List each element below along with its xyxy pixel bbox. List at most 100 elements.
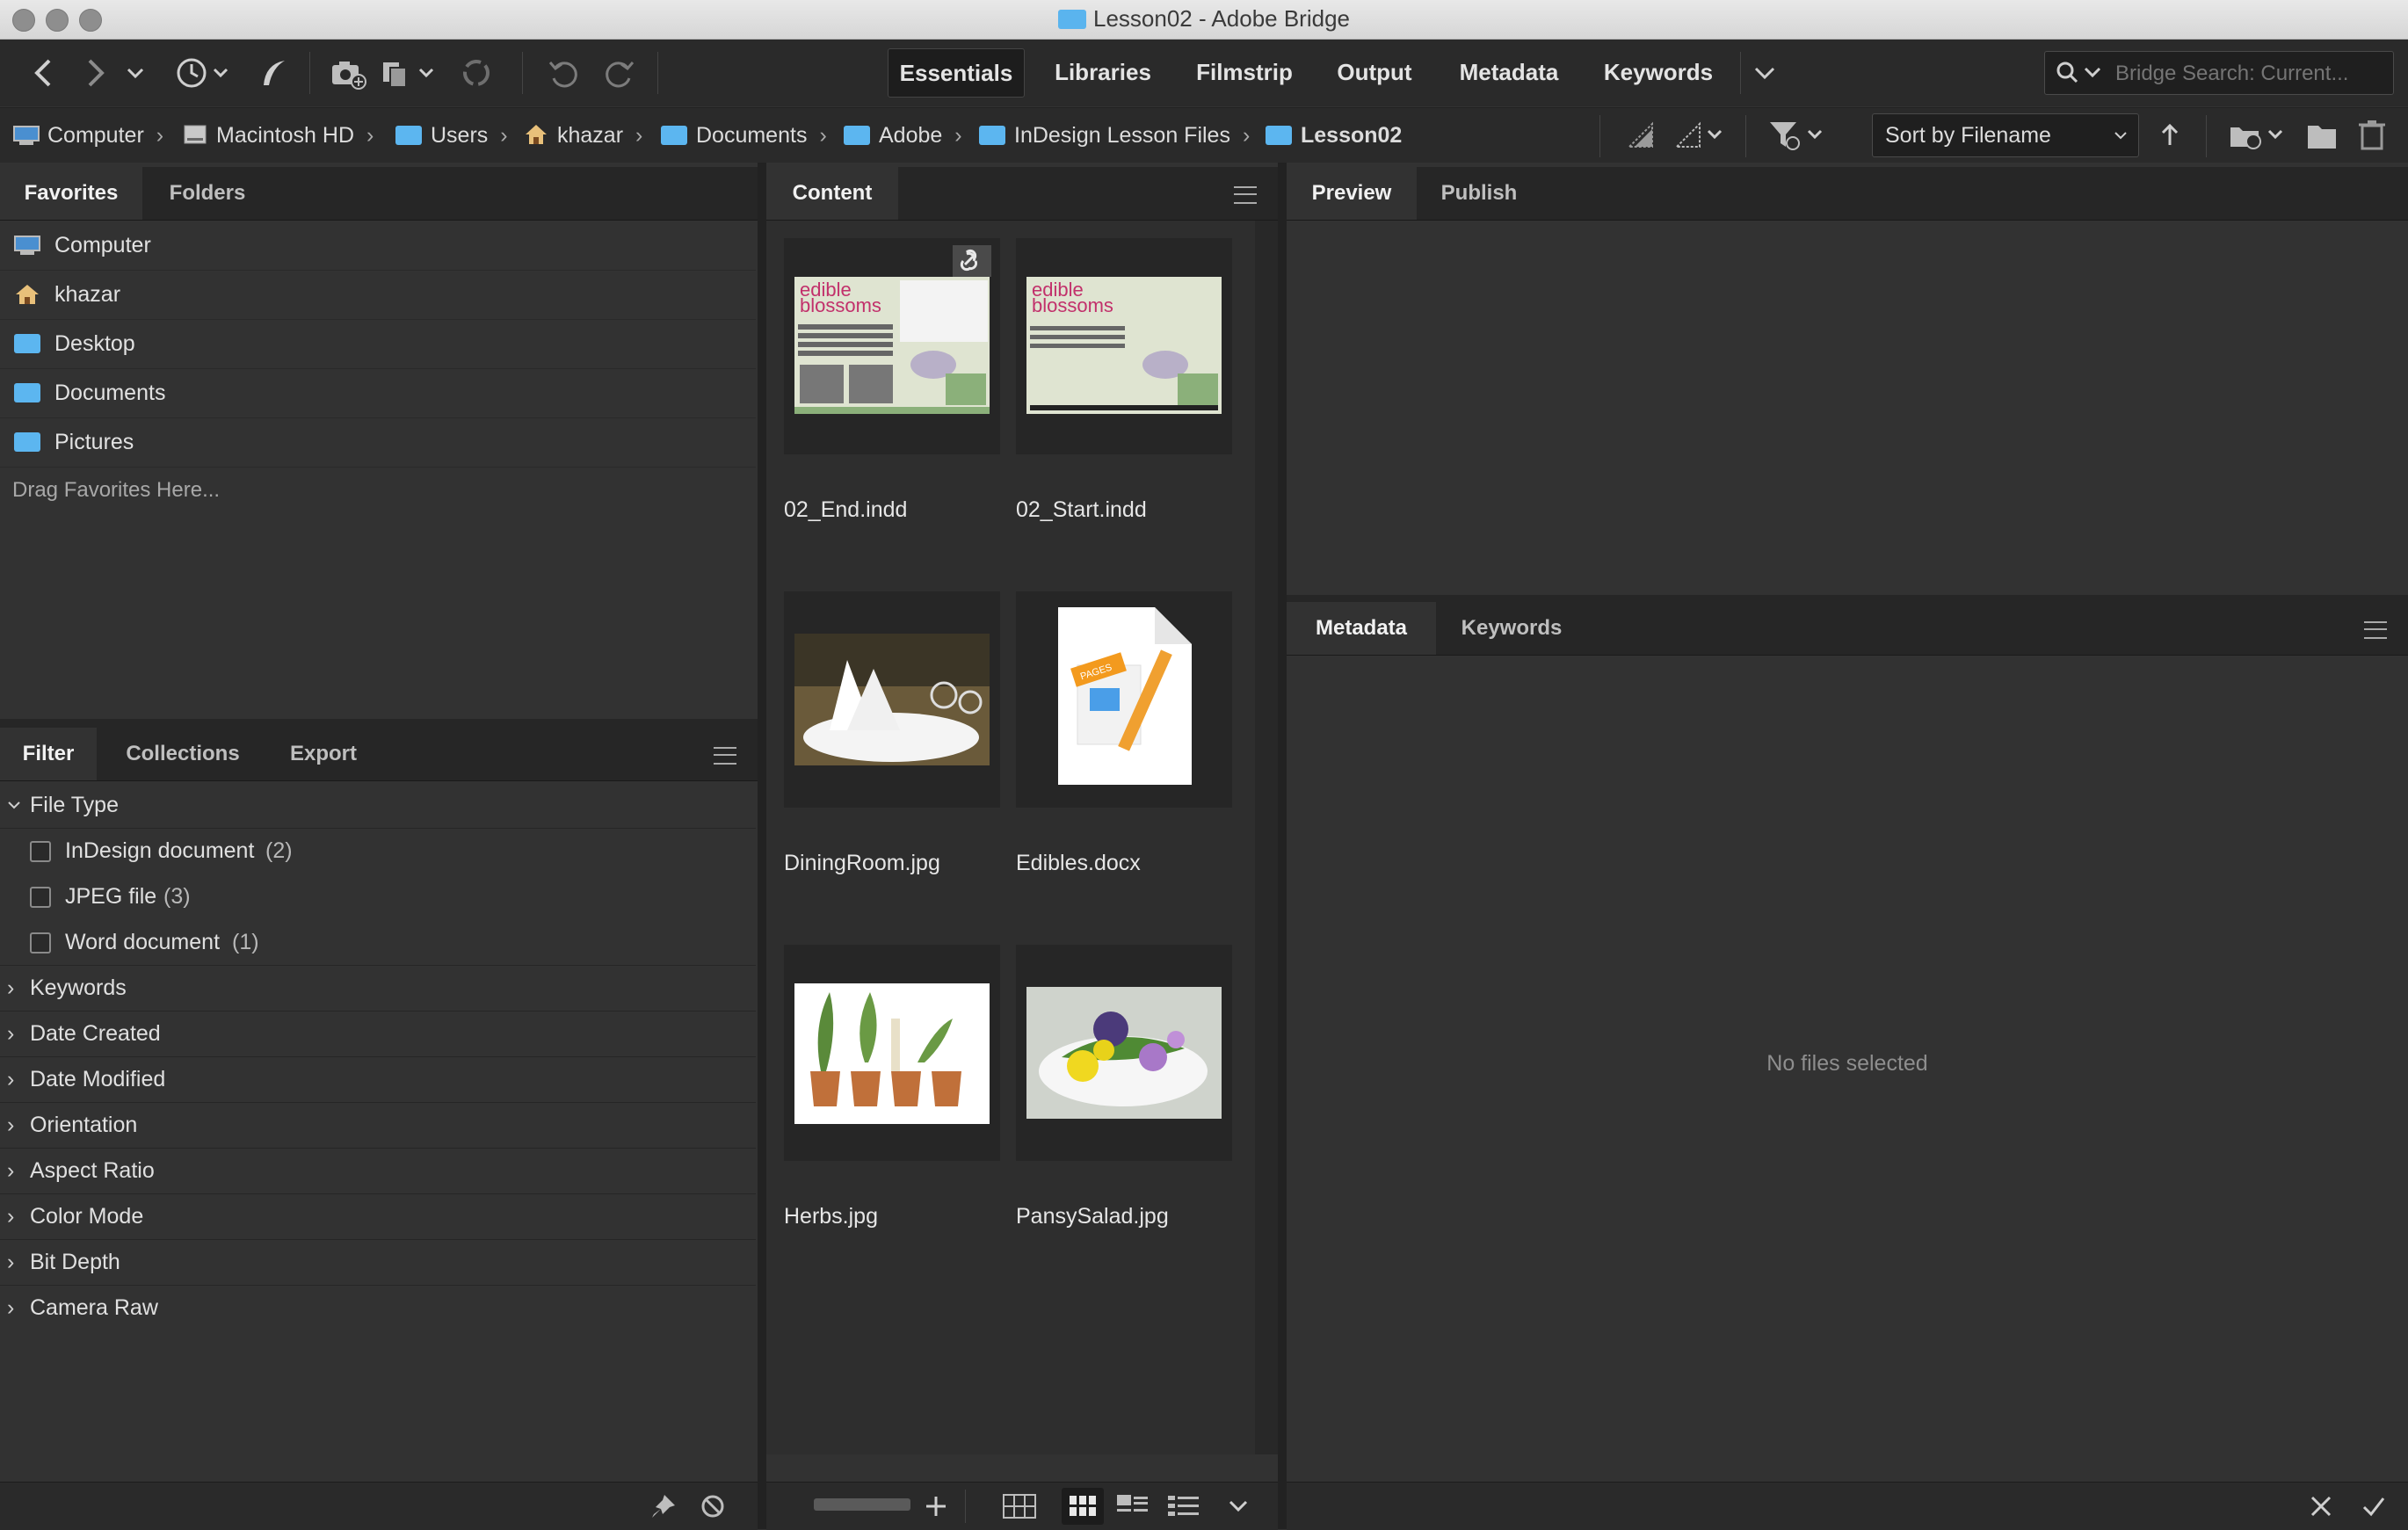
trash-icon[interactable] — [2355, 117, 2389, 152]
filter-option-word[interactable]: Word document (1) — [0, 919, 756, 966]
search-icon[interactable] — [2054, 60, 2107, 86]
view-options-chevron-icon[interactable] — [1227, 1495, 1250, 1518]
thumbnail-02-end[interactable]: edible blossoms — [784, 238, 1000, 454]
grid-lock-icon[interactable] — [1002, 1493, 1037, 1519]
panel-splitter[interactable] — [1287, 595, 2408, 602]
filter-option-indesign[interactable]: InDesign document (2) — [0, 828, 756, 874]
breadcrumb-separator-icon: › — [500, 123, 508, 148]
filter-icon[interactable] — [1766, 119, 1828, 152]
filter-group-file-type[interactable]: File Type — [0, 782, 756, 829]
sort-dropdown[interactable]: Sort by Filename — [1872, 113, 2139, 157]
column-splitter[interactable] — [1278, 163, 1287, 1529]
tab-folders[interactable]: Folders — [142, 167, 272, 220]
favorite-item-pictures[interactable]: Pictures — [0, 418, 756, 468]
word-checkbox[interactable] — [30, 932, 51, 954]
indesign-checkbox[interactable] — [30, 841, 51, 862]
panel-splitter[interactable] — [0, 719, 758, 728]
filter-panel-menu-icon[interactable] — [714, 747, 736, 765]
view-details-icon[interactable] — [1116, 1493, 1150, 1519]
thumbnail-grid-icon — [1070, 1496, 1096, 1516]
filter-group-orientation[interactable]: › Orientation — [0, 1102, 756, 1149]
workspace-tab-keywords[interactable]: Keywords — [1591, 48, 1726, 96]
filter-group-aspect-ratio[interactable]: › Aspect Ratio — [0, 1148, 756, 1194]
rotate-right-icon[interactable] — [599, 55, 638, 91]
quality-high-icon[interactable] — [1673, 120, 1726, 150]
quality-low-icon[interactable] — [1626, 120, 1656, 150]
filter-option-jpeg[interactable]: JPEG file (3) — [0, 874, 756, 919]
tab-filter[interactable]: Filter — [0, 728, 97, 780]
workspace-tab-libraries[interactable]: Libraries — [1039, 48, 1167, 96]
zoom-in-plus-icon[interactable] — [923, 1493, 949, 1519]
breadcrumb-users[interactable]: Users › — [395, 108, 508, 163]
favorites-panel-tabs: Favorites Folders — [0, 167, 758, 221]
computer-icon — [14, 236, 40, 255]
content-panel-menu-icon[interactable] — [1234, 186, 1257, 204]
tab-keywords[interactable]: Keywords — [1436, 602, 1587, 655]
thumbnail-02-start[interactable]: edible blossoms — [1016, 238, 1232, 454]
forward-icon[interactable] — [77, 55, 112, 91]
refine-stack-icon[interactable] — [380, 55, 443, 91]
camera-import-icon[interactable] — [329, 55, 367, 91]
metadata-panel-menu-icon[interactable] — [2364, 621, 2387, 639]
content-scrollbar[interactable] — [1255, 221, 1278, 1454]
thumbnail-edibles[interactable]: PAGES — [1016, 591, 1232, 808]
favorite-item-computer[interactable]: Computer — [0, 221, 756, 271]
workspace-more-chevron-icon[interactable] — [1749, 55, 1781, 91]
apply-check-icon[interactable] — [2361, 1493, 2387, 1519]
workspace-tab-essentials[interactable]: Essentials — [888, 48, 1025, 98]
breadcrumb-khazar[interactable]: khazar › — [524, 108, 642, 163]
rotate-sync-icon[interactable] — [459, 55, 494, 91]
breadcrumb-indesign-lesson-files[interactable]: InDesign Lesson Files › — [979, 108, 1250, 163]
jpeg-checkbox[interactable] — [30, 887, 51, 908]
breadcrumb-macintosh-hd[interactable]: Macintosh HD › — [183, 108, 374, 163]
tab-metadata[interactable]: Metadata — [1287, 602, 1436, 655]
view-thumbnails-button[interactable] — [1062, 1488, 1104, 1525]
view-list-icon[interactable] — [1167, 1493, 1200, 1519]
search-input[interactable] — [2114, 59, 2381, 89]
new-folder-icon[interactable] — [2304, 119, 2339, 152]
tab-publish[interactable]: Publish — [1417, 167, 1541, 220]
tab-collections[interactable]: Collections — [97, 728, 269, 780]
cancel-x-icon[interactable] — [2308, 1493, 2334, 1519]
clear-filter-icon[interactable] — [700, 1493, 726, 1519]
pin-icon[interactable] — [649, 1491, 678, 1521]
favorite-item-khazar[interactable]: khazar — [0, 271, 756, 320]
filter-group-color-mode[interactable]: › Color Mode — [0, 1193, 756, 1240]
breadcrumb-separator-icon: › — [366, 123, 374, 148]
breadcrumb-lesson02[interactable]: Lesson02 — [1266, 108, 1402, 163]
chevron-right-icon: › — [7, 1204, 15, 1229]
column-splitter[interactable] — [758, 163, 766, 1529]
back-icon[interactable] — [26, 55, 62, 91]
sort-ascending-arrow-icon[interactable] — [2157, 120, 2183, 150]
filter-group-camera-raw[interactable]: › Camera Raw — [0, 1285, 756, 1331]
recent-files-clock-icon[interactable] — [174, 55, 236, 91]
workspace-tab-output[interactable]: Output — [1322, 48, 1427, 96]
workspace-tab-metadata[interactable]: Metadata — [1441, 48, 1577, 96]
folder-icon — [661, 126, 687, 145]
thumbnail-size-slider[interactable] — [814, 1498, 910, 1511]
breadcrumb-adobe[interactable]: Adobe › — [844, 108, 962, 163]
thumbnail-diningroom[interactable] — [784, 591, 1000, 808]
filter-group-date-modified[interactable]: › Date Modified — [0, 1056, 756, 1103]
thumbnail-herbs[interactable] — [784, 945, 1000, 1161]
open-recent-folder-icon[interactable] — [2227, 119, 2288, 152]
breadcrumb-documents[interactable]: Documents › — [661, 108, 827, 163]
herbs-preview — [794, 983, 990, 1124]
breadcrumb-computer[interactable]: Computer › — [12, 108, 163, 163]
favorite-item-desktop[interactable]: Desktop — [0, 320, 756, 369]
favorite-item-documents[interactable]: Documents — [0, 369, 756, 418]
workspace-tab-filmstrip[interactable]: Filmstrip — [1181, 48, 1308, 96]
thumbnail-pansysalad[interactable] — [1016, 945, 1232, 1161]
tab-export[interactable]: Export — [269, 728, 378, 780]
chevron-right-icon: › — [7, 1021, 15, 1046]
boomerang-icon[interactable] — [255, 55, 290, 91]
rotate-left-icon[interactable] — [545, 55, 584, 91]
filter-group-date-created[interactable]: › Date Created — [0, 1011, 756, 1057]
favorites-drop-hint: Drag Favorites Here... — [12, 478, 221, 502]
recent-locations-chevron-icon[interactable] — [123, 55, 148, 91]
filter-group-bit-depth[interactable]: › Bit Depth — [0, 1239, 756, 1286]
tab-favorites[interactable]: Favorites — [0, 167, 142, 220]
tab-preview[interactable]: Preview — [1287, 167, 1417, 220]
filter-group-keywords[interactable]: › Keywords — [0, 965, 756, 1012]
tab-content[interactable]: Content — [766, 167, 898, 220]
